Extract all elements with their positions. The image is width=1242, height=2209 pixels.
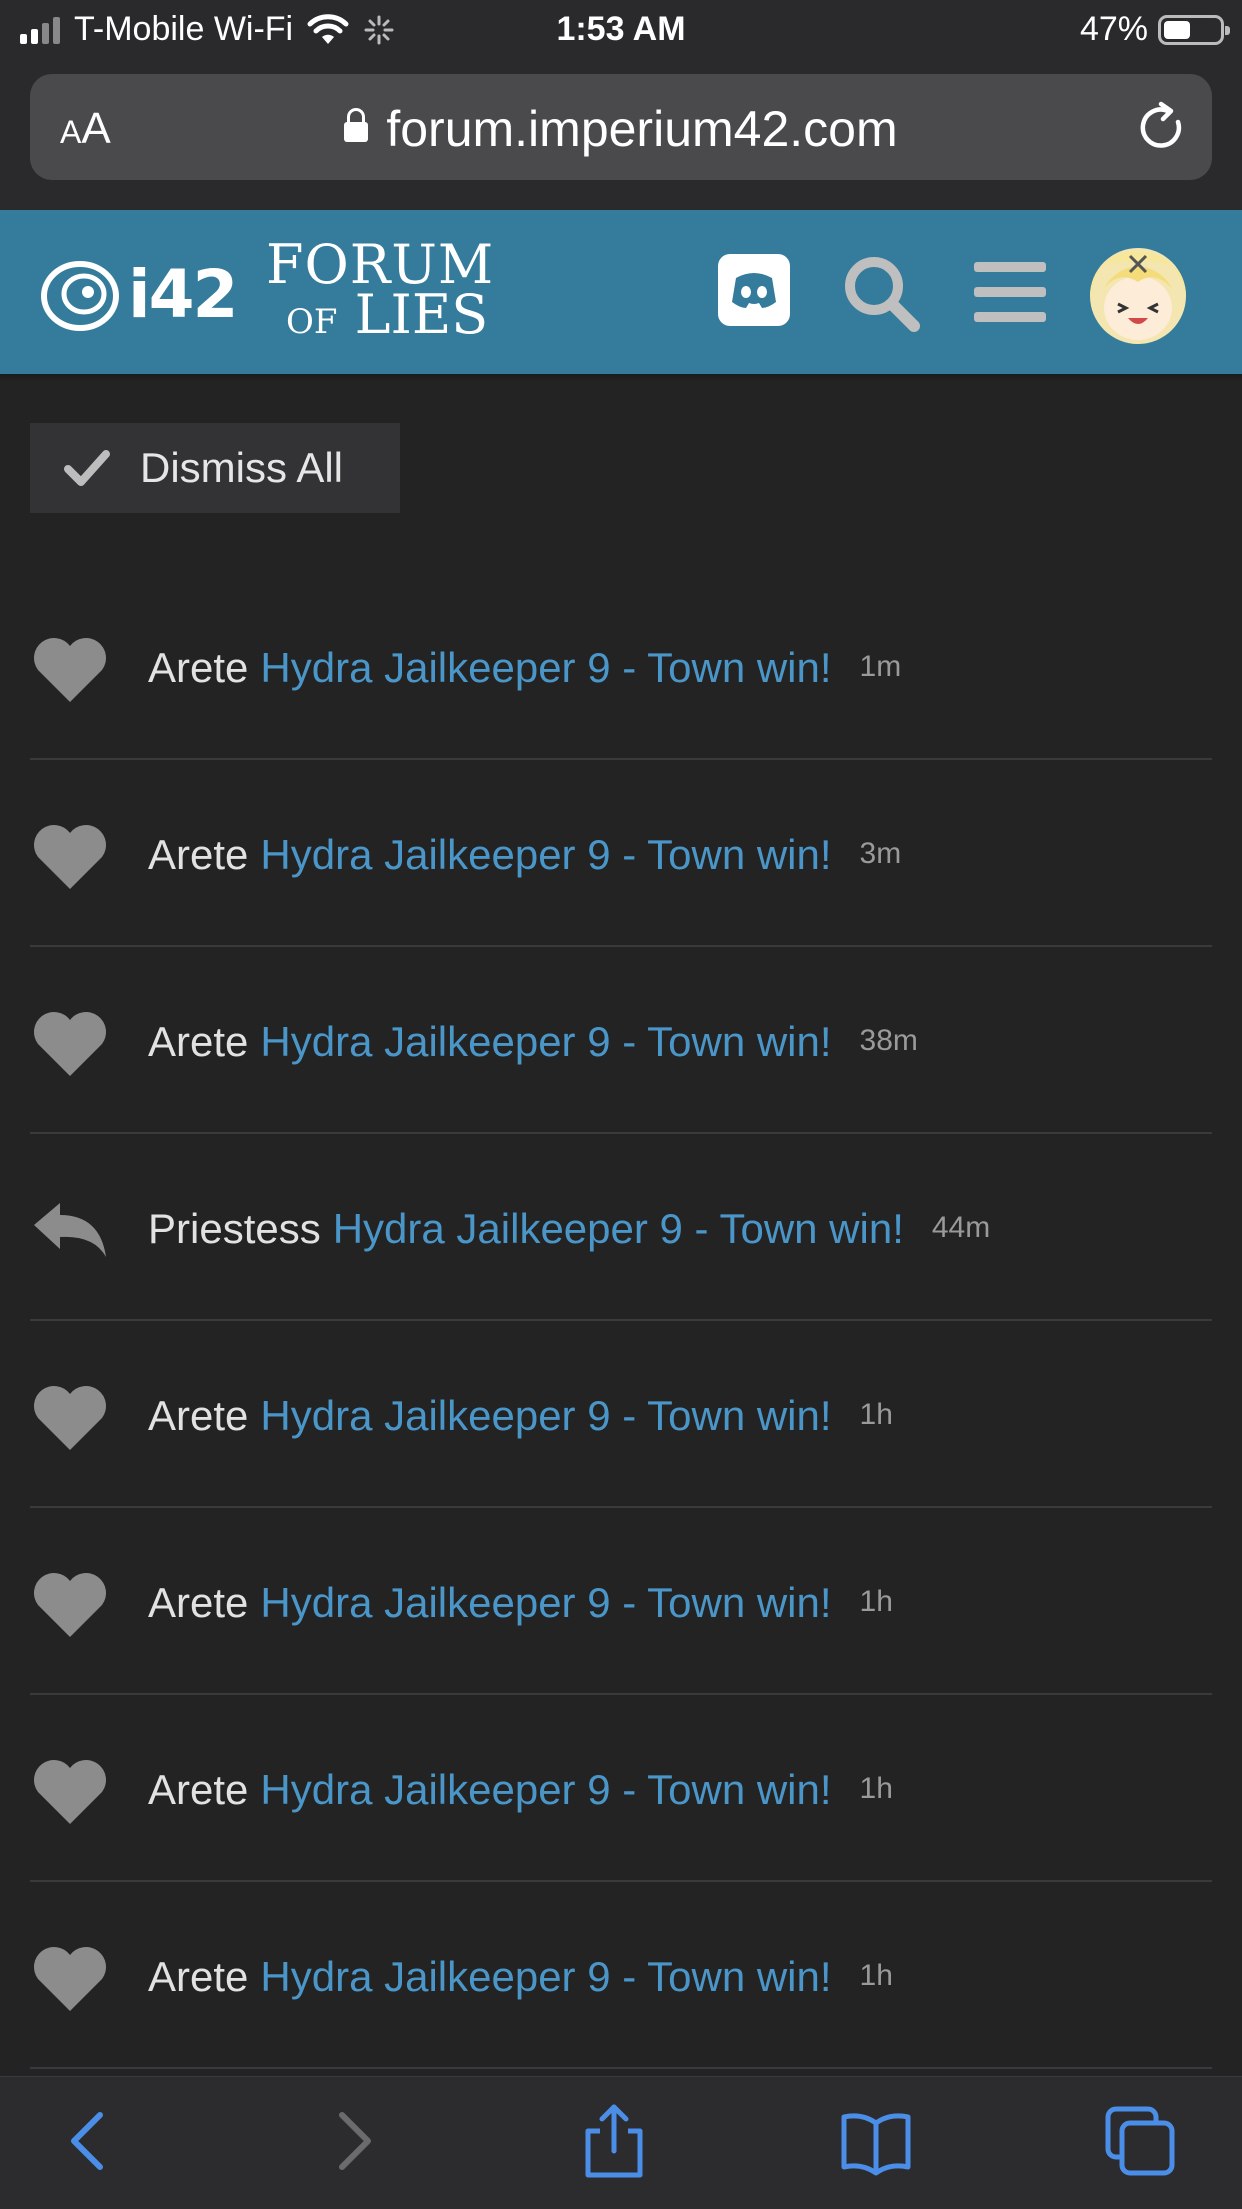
user-avatar[interactable] bbox=[1090, 248, 1186, 344]
notification-thread-link[interactable]: Hydra Jailkeeper 9 - Town win! bbox=[260, 1018, 831, 1065]
dismiss-all-label: Dismiss All bbox=[140, 444, 344, 491]
notification-item[interactable]: Priestess Hydra Jailkeeper 9 - Town win! 4… bbox=[30, 1133, 1212, 1321]
notification-age: 1h bbox=[859, 1959, 893, 1992]
notification-age: 1h bbox=[859, 1585, 893, 1618]
back-icon[interactable] bbox=[50, 2101, 130, 2181]
heart-icon bbox=[34, 1947, 106, 2011]
dismiss-all-button[interactable]: Dismiss All bbox=[30, 423, 400, 513]
search-icon[interactable] bbox=[840, 252, 924, 336]
status-time: 1:53 AM bbox=[556, 10, 686, 48]
notification-age: 44m bbox=[931, 1211, 991, 1244]
notification-age: 3m bbox=[859, 837, 902, 870]
battery-icon bbox=[1158, 14, 1230, 45]
notification-age: 38m bbox=[859, 1024, 918, 1057]
notification-user[interactable]: Arete bbox=[148, 1018, 248, 1065]
heart-icon bbox=[34, 1573, 106, 1637]
heart-icon bbox=[34, 1760, 106, 1824]
notification-thread-link[interactable]: Hydra Jailkeeper 9 - Town win! bbox=[260, 1953, 831, 2000]
battery-percent: 47% bbox=[1079, 10, 1148, 48]
reply-icon bbox=[34, 1203, 106, 1257]
forum-header: i42 FORUM OF LIES bbox=[0, 210, 1242, 374]
notification-thread-link[interactable]: Hydra Jailkeeper 9 - Town win! bbox=[333, 1205, 904, 1252]
header-shadow bbox=[0, 374, 1242, 382]
notification-user[interactable]: Arete bbox=[148, 1579, 248, 1626]
browser-address-area: AAAA forum.imperium42.com bbox=[0, 62, 1242, 210]
notification-item[interactable]: Arete Hydra Jailkeeper 9 - Town win! 1h bbox=[30, 1507, 1212, 1695]
notification-item[interactable]: Arete Hydra Jailkeeper 9 - Town win! 1h bbox=[30, 1320, 1212, 1508]
browser-toolbar bbox=[0, 2076, 1242, 2209]
i42-logo[interactable]: i42 bbox=[36, 254, 238, 334]
notification-item[interactable]: Arete Hydra Jailkeeper 9 - Town win! 1h bbox=[30, 1694, 1212, 1882]
notification-thread-link[interactable]: Hydra Jailkeeper 9 - Town win! bbox=[260, 1766, 831, 1813]
notification-item[interactable]: Arete Hydra Jailkeeper 9 - Town win! 1h bbox=[30, 1881, 1212, 2069]
heart-icon bbox=[34, 825, 106, 889]
status-bar: T-Mobile Wi-Fi 1:53 AM 47% bbox=[0, 0, 1242, 62]
notification-thread-link[interactable]: Hydra Jailkeeper 9 - Town win! bbox=[260, 1579, 831, 1626]
heart-icon bbox=[34, 1386, 106, 1450]
share-icon[interactable] bbox=[574, 2101, 654, 2181]
notification-thread-link[interactable]: Hydra Jailkeeper 9 - Town win! bbox=[260, 644, 831, 691]
notification-user[interactable]: Arete bbox=[148, 1392, 248, 1439]
notification-thread-link[interactable]: Hydra Jailkeeper 9 - Town win! bbox=[260, 831, 831, 878]
forum-of-lies-logo[interactable]: FORUM OF LIES bbox=[266, 238, 494, 347]
status-right: 47% bbox=[1079, 10, 1230, 49]
url-text: forum.imperium42.com bbox=[386, 101, 898, 157]
notification-age: 1h bbox=[859, 1398, 893, 1431]
forward-icon[interactable] bbox=[312, 2101, 392, 2181]
notification-user[interactable]: Priestess bbox=[148, 1205, 321, 1252]
swirl-logo-icon bbox=[41, 261, 119, 331]
notification-age: 1m bbox=[859, 650, 902, 683]
address-bar[interactable]: AAAA forum.imperium42.com bbox=[30, 74, 1212, 180]
menu-icon[interactable] bbox=[974, 260, 1046, 324]
notification-user[interactable]: Arete bbox=[148, 1766, 248, 1813]
notification-age: 1h bbox=[859, 1772, 893, 1805]
notification-user[interactable]: Arete bbox=[148, 831, 248, 878]
i42-logo-text: i42 bbox=[128, 255, 238, 333]
logo-line-of-lies: OF LIES bbox=[286, 283, 489, 346]
url-field[interactable]: forum.imperium42.com bbox=[30, 100, 1212, 158]
tabs-icon[interactable] bbox=[1100, 2101, 1180, 2181]
notification-user[interactable]: Arete bbox=[148, 1953, 248, 2000]
discord-icon[interactable] bbox=[718, 254, 790, 326]
notification-item[interactable]: Arete Hydra Jailkeeper 9 - Town win! 1m bbox=[30, 572, 1212, 760]
reload-icon[interactable] bbox=[1134, 100, 1188, 154]
check-icon bbox=[64, 450, 110, 486]
notification-user[interactable]: Arete bbox=[148, 644, 248, 691]
heart-icon bbox=[34, 638, 106, 702]
notification-item[interactable]: Arete Hydra Jailkeeper 9 - Town win! 38m bbox=[30, 946, 1212, 1134]
lock-icon bbox=[344, 108, 369, 142]
bookmarks-icon[interactable] bbox=[836, 2101, 916, 2181]
heart-icon bbox=[34, 1012, 106, 1076]
notification-thread-link[interactable]: Hydra Jailkeeper 9 - Town win! bbox=[260, 1392, 831, 1439]
notification-item[interactable]: Arete Hydra Jailkeeper 9 - Town win! 3m bbox=[30, 759, 1212, 947]
